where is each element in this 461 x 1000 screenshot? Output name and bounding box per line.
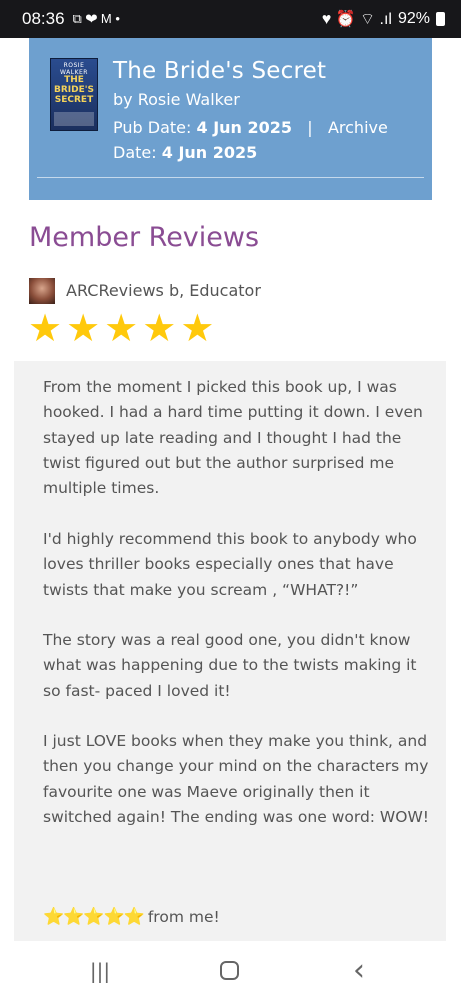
book-header: ROSIE WALKER THE BRIDE'S SECRET The Brid…	[29, 38, 432, 200]
recent-apps-button[interactable]: |||	[85, 959, 115, 983]
reviewer-name[interactable]: ARCReviews b, Educator	[66, 281, 261, 300]
review-paragraph: From the moment I picked this book up, I…	[43, 378, 423, 498]
star-icon: ★	[180, 306, 215, 350]
nav-bar: ||| ‹	[0, 941, 461, 1000]
book-title[interactable]: The Bride's Secret	[113, 58, 326, 84]
archive-date: 4 Jun 2025	[161, 143, 258, 162]
status-right: ♥ ⏰ ⌔ .ıl 92%	[322, 9, 445, 29]
back-button[interactable]: ‹	[344, 956, 374, 986]
star-icon: ★	[66, 306, 101, 350]
notification-icons: ⧉ ❤ M •	[72, 11, 120, 26]
star-rating: ★ ★ ★ ★ ★	[28, 305, 214, 351]
date-separator: |	[307, 118, 313, 137]
star-icon: ★	[142, 306, 177, 350]
system-icons: ♥ ⏰ ⌔ .ıl	[321, 11, 392, 28]
book-cover[interactable]: ROSIE WALKER THE BRIDE'S SECRET	[50, 58, 98, 131]
home-icon	[219, 961, 239, 980]
star-icon: ★	[28, 306, 63, 350]
closing-stars-icon: ⭐⭐⭐⭐⭐	[43, 907, 145, 927]
review-paragraph: The story was a real good one, you didn'…	[43, 631, 417, 700]
section-title: Member Reviews	[29, 222, 260, 253]
recent-apps-icon: |||	[89, 959, 111, 983]
closing-text: from me!	[147, 908, 220, 926]
cover-blurb	[54, 112, 94, 126]
status-bar: 08:36 ⧉ ❤ M • ♥ ⏰ ⌔ .ıl 92%	[0, 0, 461, 38]
review-box: From the moment I picked this book up, I…	[14, 361, 446, 941]
review-paragraph: I'd highly recommend this book to anybod…	[43, 530, 417, 599]
cover-author: ROSIE WALKER	[60, 62, 88, 76]
battery-level: 92%	[397, 10, 430, 27]
pub-date: 4 Jun 2025	[196, 118, 293, 137]
book-dates: Pub Date: 4 Jun 2025 | Archive Date: 4 J…	[113, 115, 423, 165]
pub-date-label: Pub Date:	[113, 118, 192, 137]
avatar[interactable]	[29, 278, 55, 304]
status-time: 08:36	[22, 9, 65, 28]
home-button[interactable]	[214, 959, 244, 983]
review-closing: ⭐⭐⭐⭐⭐ from me!	[43, 905, 433, 930]
header-divider	[37, 177, 424, 178]
book-author[interactable]: by Rosie Walker	[113, 90, 240, 109]
review-paragraph: I just LOVE books when they make you thi…	[43, 732, 430, 826]
battery-icon	[436, 12, 445, 26]
cover-title: THE BRIDE'S SECRET	[54, 75, 94, 105]
status-left: 08:36 ⧉ ❤ M •	[22, 9, 120, 29]
star-icon: ★	[104, 306, 139, 350]
back-icon: ‹	[353, 953, 365, 988]
